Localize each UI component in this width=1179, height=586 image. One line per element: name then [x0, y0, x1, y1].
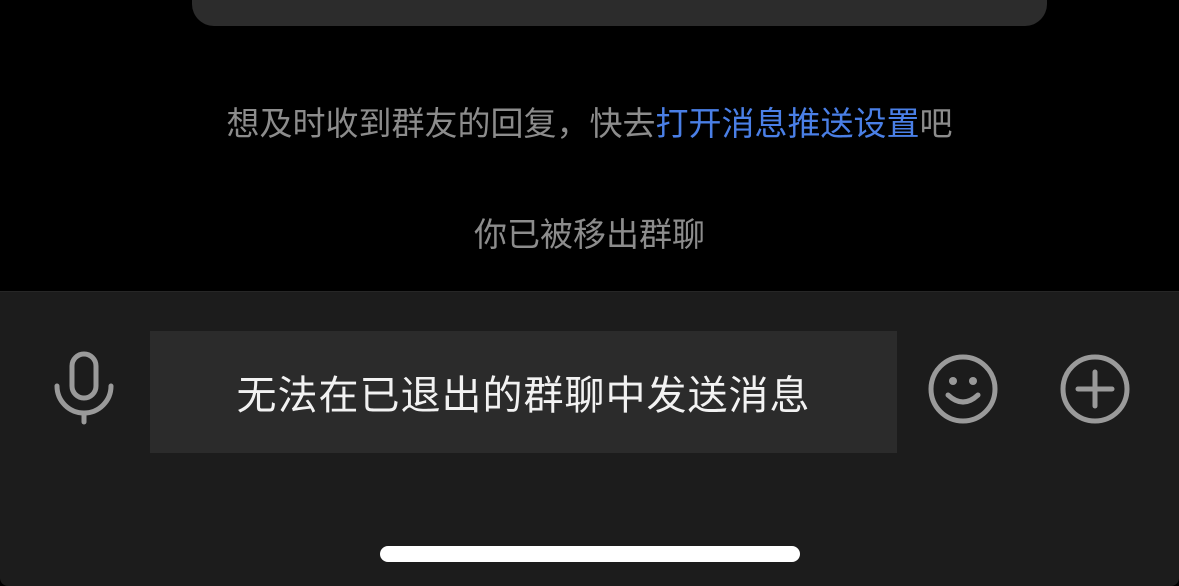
- push-settings-notice: 想及时收到群友的回复，快去打开消息推送设置吧: [0, 102, 1179, 146]
- smiley-icon: [928, 354, 998, 424]
- message-card: [192, 0, 1047, 26]
- home-indicator[interactable]: [380, 546, 800, 562]
- open-push-settings-link[interactable]: 打开消息推送设置: [656, 104, 920, 143]
- voice-button[interactable]: [48, 351, 120, 425]
- message-input-placeholder: 无法在已退出的群聊中发送消息: [236, 373, 811, 419]
- push-notice-suffix: 吧: [919, 104, 953, 143]
- input-bar: 无法在已退出的群聊中发送消息: [0, 291, 1179, 586]
- push-notice-prefix: 想及时收到群友的回复，快去: [226, 104, 656, 143]
- message-input[interactable]: 无法在已退出的群聊中发送消息: [150, 331, 897, 453]
- microphone-icon: [54, 351, 114, 425]
- removed-from-group-notice: 你已被移出群聊: [474, 215, 705, 254]
- plus-circle-icon: [1060, 354, 1130, 424]
- chat-screen: 想及时收到群友的回复，快去打开消息推送设置吧 你已被移出群聊 无法在已退出的群聊…: [0, 0, 1179, 586]
- more-options-button[interactable]: [1058, 352, 1132, 426]
- emoji-button[interactable]: [926, 352, 1000, 426]
